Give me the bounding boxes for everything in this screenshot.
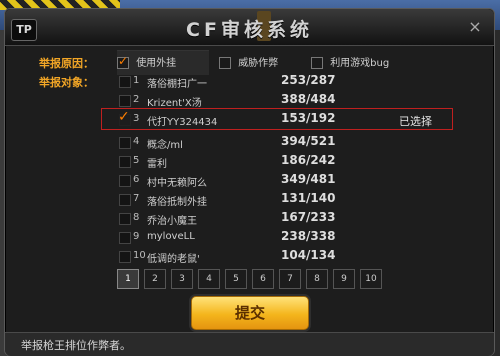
row-number: 8	[133, 212, 140, 223]
checkbox[interactable]	[119, 251, 131, 263]
player-name: 村中无赖阿么	[147, 178, 207, 189]
dialog-title: CF审核系统	[186, 19, 313, 41]
target-row[interactable]: 1 落俗棚扫广一 253/287	[117, 73, 437, 91]
report-count: 167/233	[281, 210, 336, 224]
checkbox[interactable]	[219, 57, 231, 69]
reason-option-cheat[interactable]: 使用外挂	[117, 54, 176, 70]
player-name: 概念/ml	[147, 140, 183, 151]
player-name: 落俗抵制外挂	[147, 197, 207, 208]
row-number: 10	[133, 250, 146, 261]
report-reason-label: 举报原因：	[39, 57, 94, 70]
checkbox[interactable]	[119, 156, 131, 168]
player-name: 雷利	[147, 159, 167, 170]
page-button-3[interactable]: 3	[171, 269, 193, 289]
player-name: myloveLL	[147, 231, 195, 242]
report-count: 349/481	[281, 172, 336, 186]
player-name: 落俗棚扫广一	[147, 79, 207, 90]
checkmark-icon[interactable]	[117, 54, 129, 69]
player-name: Krizent'X汤	[147, 98, 202, 109]
checkbox[interactable]	[119, 232, 131, 244]
report-target-label: 举报对象：	[39, 76, 94, 89]
checkbox[interactable]	[119, 137, 131, 149]
row-number: 4	[133, 136, 140, 147]
close-icon[interactable]: ×	[467, 19, 483, 35]
report-count: 253/287	[281, 73, 336, 87]
target-row[interactable]: 5 雷利 186/242	[117, 153, 437, 171]
page-button-1[interactable]: 1	[117, 269, 139, 289]
page-button-5[interactable]: 5	[225, 269, 247, 289]
player-name: 乔治小魔王	[147, 216, 197, 227]
footer-bar: 举报枪王排位作弊者。	[5, 332, 494, 356]
row-number: 5	[133, 155, 140, 166]
dialog-titlebar: TP CF审核系统 ×	[5, 9, 494, 46]
reason-option-bug[interactable]: 利用游戏bug	[311, 54, 389, 70]
report-count: 104/134	[281, 248, 336, 262]
reason-label: 利用游戏bug	[330, 58, 390, 69]
target-row[interactable]: 7 落俗抵制外挂 131/140	[117, 191, 437, 209]
report-dialog: TP CF审核系统 × 举报原因： 使用外挂 威胁作弊 利用游戏bug 举报对象…	[4, 8, 495, 356]
checkbox[interactable]	[119, 76, 131, 88]
player-name: 低调的老鼠'	[147, 254, 200, 265]
target-row[interactable]: 6 村中无赖阿么 349/481	[117, 172, 437, 190]
reason-label: 威胁作弊	[238, 58, 279, 69]
page-button-7[interactable]: 7	[279, 269, 301, 289]
checkbox[interactable]	[119, 95, 131, 107]
page-button-8[interactable]: 8	[306, 269, 328, 289]
page-button-4[interactable]: 4	[198, 269, 220, 289]
row-number: 9	[133, 231, 140, 242]
row-number: 1	[133, 75, 140, 86]
submit-button[interactable]: 提交	[191, 296, 309, 330]
report-count: 131/140	[281, 191, 336, 205]
report-count: 388/484	[281, 92, 336, 106]
reason-label: 使用外挂	[136, 58, 177, 69]
selected-row-outline	[101, 108, 453, 130]
checkbox[interactable]	[311, 57, 323, 69]
checkbox[interactable]	[119, 175, 131, 187]
report-count: 394/521	[281, 134, 336, 148]
row-number: 2	[133, 94, 140, 105]
page-button-10[interactable]: 10	[360, 269, 382, 289]
report-count: 186/242	[281, 153, 336, 167]
reason-option-threat[interactable]: 威胁作弊	[219, 54, 278, 70]
page-button-6[interactable]: 6	[252, 269, 274, 289]
page-button-2[interactable]: 2	[144, 269, 166, 289]
target-row[interactable]: 4 概念/ml 394/521	[117, 134, 437, 152]
row-number: 6	[133, 174, 140, 185]
target-row[interactable]: 8 乔治小魔王 167/233	[117, 210, 437, 228]
footer-message: 举报枪王排位作弊者。	[21, 339, 131, 352]
checkbox[interactable]	[119, 194, 131, 206]
target-row[interactable]: 9 myloveLL 238/338	[117, 229, 437, 247]
page-button-9[interactable]: 9	[333, 269, 355, 289]
target-row[interactable]: 10 低调的老鼠' 104/134	[117, 248, 437, 266]
report-count: 238/338	[281, 229, 336, 243]
checkbox[interactable]	[119, 213, 131, 225]
row-number: 7	[133, 193, 140, 204]
